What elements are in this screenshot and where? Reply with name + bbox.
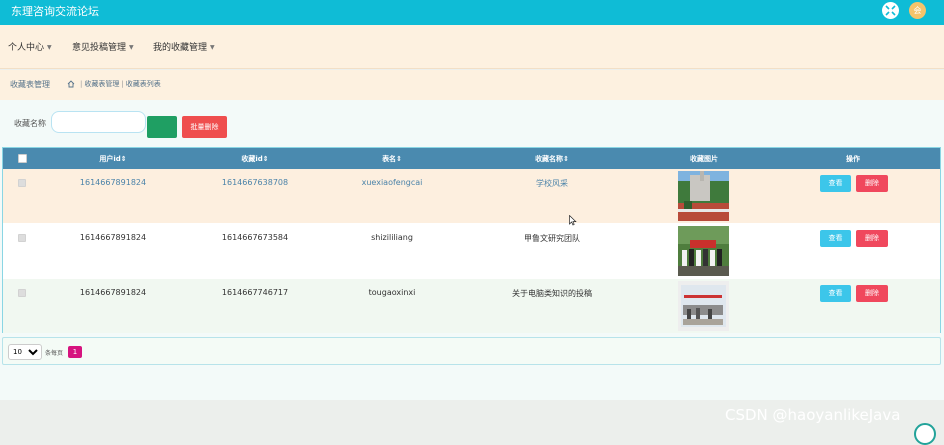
breadcrumb-separator: | (121, 80, 124, 88)
fav-image-thumbnail[interactable] (678, 171, 729, 221)
column-header-fav-image: 收藏图片 (690, 155, 718, 163)
breadcrumb-separator: | (80, 80, 83, 88)
column-label: 表名 (382, 155, 397, 163)
breadcrumb-item[interactable]: 收藏表管理 (84, 80, 119, 88)
delete-button[interactable]: 删除 (856, 230, 888, 247)
watermark: CSDN @haoyanlikeJava (725, 406, 901, 424)
top-bar: 东理咨询交流论坛 会 (0, 0, 944, 25)
menu-item-personal-center[interactable]: 个人中心 ▼ (8, 40, 52, 53)
column-header-actions: 操作 (846, 155, 860, 163)
table-name-cell: shizililiang (371, 233, 413, 242)
column-header-fav-id[interactable]: 收藏id⇕ (241, 154, 268, 164)
column-header-fav-name[interactable]: 收藏名称⇕ (535, 154, 569, 164)
chevron-down-icon: ▼ (47, 44, 52, 51)
table-name-cell: tougaoxinxi (368, 288, 416, 297)
batch-delete-button[interactable]: 批量删除 (182, 116, 227, 138)
search-button[interactable] (147, 116, 177, 138)
fav-name-cell: 甲鲁文研究团队 (524, 234, 580, 243)
app-title: 东理咨询交流论坛 (11, 5, 99, 18)
user-id-cell: 1614667891824 (79, 288, 147, 297)
fav-id-cell: 1614667746717 (221, 288, 289, 297)
select-all-checkbox[interactable] (18, 154, 27, 163)
row-checkbox[interactable] (18, 179, 26, 187)
favorites-table: 用户id⇕ 收藏id⇕ 表名⇕ 收藏名称⇕ 收藏图片 操作 1614667891… (2, 147, 941, 333)
chevron-down-icon: ▼ (129, 44, 134, 51)
menu-label: 我的收藏管理 (153, 43, 208, 53)
breadcrumb: | 收藏表管理 | 收藏表列表 (67, 79, 161, 89)
home-icon[interactable] (67, 80, 75, 88)
breadcrumb-item: 收藏表列表 (125, 80, 161, 88)
user-id-cell: 1614667891824 (79, 178, 147, 187)
menu-label: 个人中心 (8, 43, 45, 53)
table-header: 用户id⇕ 收藏id⇕ 表名⇕ 收藏名称⇕ 收藏图片 操作 (3, 148, 940, 169)
scroll-to-top-icon[interactable] (914, 423, 936, 445)
delete-button[interactable]: 删除 (856, 175, 888, 192)
page-title: 收藏表管理 (10, 80, 50, 89)
page-number-button[interactable]: 1 (68, 346, 82, 358)
fav-image-thumbnail[interactable] (678, 281, 729, 331)
column-label: 收藏名称 (535, 155, 564, 163)
fav-id-cell: 1614667673584 (221, 233, 289, 242)
menu-item-submission-management[interactable]: 意见投稿管理 ▼ (72, 40, 134, 53)
search-label: 收藏名称 (14, 119, 46, 128)
column-header-table-name[interactable]: 表名⇕ (382, 154, 402, 164)
view-button[interactable]: 查看 (820, 285, 851, 302)
fav-id-cell: 1614667638708 (221, 178, 289, 187)
view-button[interactable]: 查看 (820, 175, 851, 192)
table-row: 1614667891824 1614667673584 shizililiang… (3, 224, 940, 278)
user-avatar[interactable]: 会 (909, 2, 926, 19)
fav-image-thumbnail[interactable] (678, 226, 729, 276)
mouse-cursor-icon (569, 215, 577, 226)
column-header-user-id[interactable]: 用户id⇕ (99, 154, 126, 164)
chevron-down-icon: ▼ (210, 44, 215, 51)
fullscreen-icon[interactable] (882, 2, 899, 19)
page-size-label: 条每页 (45, 350, 64, 357)
table-name-cell: xuexiaofengcai (361, 178, 423, 187)
view-button[interactable]: 查看 (820, 230, 851, 247)
table-row: 1614667891824 1614667746717 tougaoxinxi … (3, 279, 940, 333)
pagination: 10 条每页 1 (2, 337, 941, 365)
menu-item-favorites-management[interactable]: 我的收藏管理 ▼ (153, 40, 215, 53)
user-id-cell: 1614667891824 (79, 233, 147, 242)
breadcrumb-bar: 收藏表管理 | 收藏表管理 | 收藏表列表 (0, 70, 944, 100)
table-row: 1614667891824 1614667638708 xuexiaofengc… (3, 169, 940, 223)
search-input[interactable] (51, 111, 146, 133)
row-checkbox[interactable] (18, 289, 26, 297)
main-menu: 个人中心 ▼ 意见投稿管理 ▼ 我的收藏管理 ▼ (0, 25, 944, 69)
fav-name-cell: 学校风采 (536, 179, 568, 188)
row-checkbox[interactable] (18, 234, 26, 242)
page-size-select[interactable]: 10 (8, 344, 42, 360)
column-label: 收藏id (241, 155, 263, 163)
fav-name-cell: 关于电脑类知识的投稿 (512, 289, 592, 298)
delete-button[interactable]: 删除 (856, 285, 888, 302)
column-label: 用户id (99, 155, 121, 163)
menu-label: 意见投稿管理 (72, 43, 127, 53)
